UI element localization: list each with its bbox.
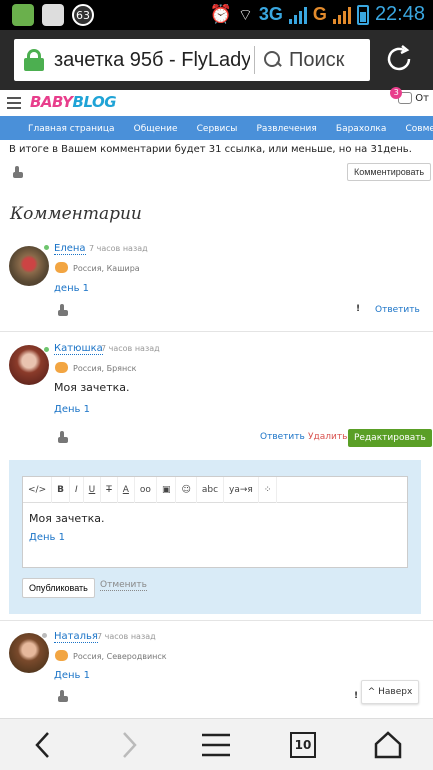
- code-view-button[interactable]: </>: [23, 476, 53, 503]
- comment-editor-panel: </> B I U T A oo ▣ ☺ abc уа→я ⁘ Моя заче…: [9, 460, 421, 614]
- signal-bars-2-icon: [332, 6, 351, 24]
- notif-label: От: [415, 92, 429, 104]
- user-flag-icon: [55, 262, 68, 273]
- back-arrow-icon[interactable]: [28, 731, 60, 759]
- comment-time: 7 часов назад: [101, 344, 160, 353]
- comment-author[interactable]: Наталья: [54, 631, 98, 643]
- alarm-icon: ⏰: [209, 4, 232, 25]
- comment-link[interactable]: День 1: [54, 404, 90, 415]
- cancel-link[interactable]: Отменить: [100, 580, 147, 591]
- bold-button[interactable]: B: [52, 476, 70, 503]
- clock: 22:48: [374, 3, 425, 25]
- editor-link[interactable]: День 1: [29, 528, 401, 547]
- gallery-icon: [42, 4, 64, 26]
- comment-text: Моя зачетка.: [54, 381, 130, 394]
- image-button[interactable]: ▣: [157, 476, 177, 503]
- link-button[interactable]: oo: [135, 476, 157, 503]
- comment: Елена 7 часов назад Россия, Кашира день …: [0, 240, 433, 330]
- comments-title: Комментарии: [10, 204, 142, 224]
- reload-icon[interactable]: [383, 43, 415, 75]
- like-icon[interactable]: [57, 431, 69, 443]
- underline-button[interactable]: U: [84, 476, 102, 503]
- menu-icon[interactable]: [7, 97, 21, 109]
- rich-text-editor[interactable]: </> B I U T A oo ▣ ☺ abc уа→я ⁘ Моя заче…: [22, 476, 408, 568]
- editor-toolbar: </> B I U T A oo ▣ ☺ abc уа→я ⁘: [23, 476, 407, 503]
- report-icon[interactable]: !: [354, 691, 358, 701]
- user-flag-icon: [55, 650, 68, 661]
- nav-item-flea-market[interactable]: Барахолка: [329, 117, 393, 140]
- nav-item-joint[interactable]: Совместные: [398, 117, 433, 140]
- comment-author[interactable]: Катюшка: [54, 343, 103, 355]
- search-icon[interactable]: [263, 50, 283, 70]
- online-indicator: [44, 245, 49, 250]
- edit-button[interactable]: Редактировать: [348, 429, 432, 447]
- italic-button[interactable]: I: [70, 476, 84, 503]
- avatar[interactable]: [9, 633, 49, 673]
- like-icon[interactable]: [57, 304, 69, 316]
- comment-link[interactable]: день 1: [54, 283, 89, 294]
- network-type-g: G: [312, 4, 327, 24]
- post-text: В итоге в Вашем комментарии будет 31 ссы…: [9, 144, 412, 155]
- comment-link[interactable]: День 1: [54, 670, 90, 681]
- online-indicator: [44, 347, 49, 352]
- divider: [254, 46, 255, 74]
- notification-count-badge: 63: [72, 4, 94, 26]
- divider: [0, 331, 433, 332]
- transliterate-button[interactable]: уа→я: [224, 476, 259, 503]
- report-icon[interactable]: !: [356, 304, 360, 314]
- tabs-count-button[interactable]: 10: [290, 732, 316, 758]
- delete-link[interactable]: Удалить: [308, 432, 347, 442]
- reply-link[interactable]: Ответить: [260, 432, 305, 442]
- comment-time: 7 часов назад: [97, 632, 156, 641]
- forward-arrow-icon[interactable]: [112, 731, 144, 759]
- comment-author[interactable]: Елена: [54, 243, 86, 255]
- avatar[interactable]: [9, 246, 49, 286]
- comment-button[interactable]: Комментировать: [347, 163, 432, 181]
- lock-icon: [24, 49, 44, 71]
- user-flag-icon: [55, 362, 68, 373]
- divider: [0, 620, 433, 621]
- publish-button[interactable]: Опубликовать: [22, 578, 95, 598]
- url-text[interactable]: зачетка 95б - FlyLady - с: [54, 49, 250, 72]
- emoji-button[interactable]: ☺: [176, 476, 197, 503]
- like-icon[interactable]: [12, 166, 24, 178]
- main-nav: Главная страница Общение Сервисы Развлеч…: [0, 116, 433, 140]
- shield-app-icon: [12, 4, 34, 26]
- editor-text: Моя зачетка.: [29, 512, 105, 525]
- comment-location: Россия, Северодвинск: [73, 652, 167, 661]
- like-icon[interactable]: [57, 690, 69, 702]
- browser-toolbar: зачетка 95б - FlyLady - с Поиск: [0, 30, 433, 90]
- comment-location: Россия, Кашира: [73, 264, 140, 273]
- comment: Катюшка 7 часов назад Россия, Брянск Моя…: [0, 340, 433, 455]
- home-icon[interactable]: [372, 731, 404, 759]
- site-header: BABYBLOG 3 От: [0, 87, 433, 116]
- editor-content[interactable]: Моя зачетка. День 1: [23, 503, 407, 553]
- network-type-3g: 3G: [258, 4, 283, 24]
- status-bar: 63 ⏰ ⌔ 3G G 22:48: [0, 0, 433, 30]
- text-color-button[interactable]: A: [118, 476, 135, 503]
- nav-item-home[interactable]: Главная страница: [0, 117, 122, 140]
- signal-bars-icon: [288, 6, 307, 24]
- wifi-icon: ⌔: [237, 4, 253, 24]
- address-bar[interactable]: зачетка 95б - FlyLady - с Поиск: [14, 39, 370, 81]
- nav-item-services[interactable]: Сервисы: [190, 117, 245, 140]
- battery-icon: [356, 4, 369, 25]
- comment-time: 7 часов назад: [89, 244, 148, 253]
- notifications[interactable]: 3 От: [390, 87, 429, 104]
- reply-link[interactable]: Ответить: [375, 305, 420, 315]
- comment: Наталья 7 часов назад Россия, Северодвин…: [0, 628, 433, 718]
- avatar[interactable]: [9, 345, 49, 385]
- comment-location: Россия, Брянск: [73, 364, 137, 373]
- site-logo[interactable]: BABYBLOG: [30, 93, 117, 111]
- back-to-top-button[interactable]: ^ Наверх: [361, 680, 419, 704]
- spellcheck-button[interactable]: abc: [197, 476, 225, 503]
- menu-lines-icon[interactable]: [200, 731, 232, 759]
- search-label[interactable]: Поиск: [289, 49, 344, 72]
- status-indicator: [42, 633, 47, 638]
- nav-item-communication[interactable]: Общение: [127, 117, 185, 140]
- strikethrough-button[interactable]: T: [101, 476, 118, 503]
- more-button[interactable]: ⁘: [259, 476, 278, 503]
- browser-bottom-bar: 10: [0, 718, 433, 770]
- nav-item-entertainment[interactable]: Развлечения: [249, 117, 323, 140]
